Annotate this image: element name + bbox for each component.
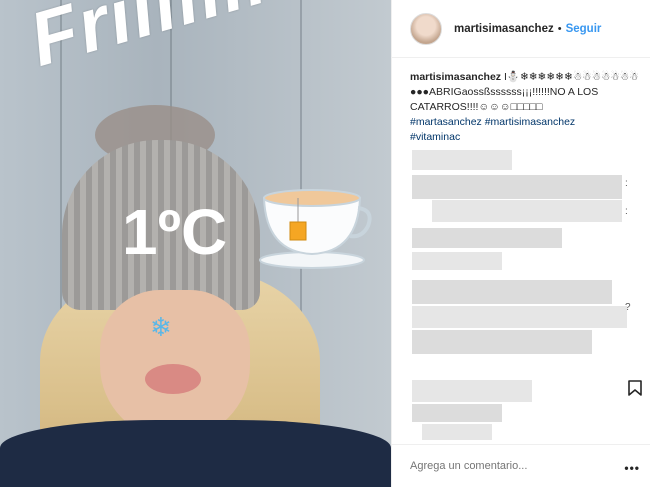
blurred-comment <box>412 404 502 422</box>
edge-glyph: ? <box>625 302 631 313</box>
blurred-comment <box>412 150 512 170</box>
tea-cup-icon <box>259 189 372 269</box>
caption-username[interactable]: martisimasanchez <box>410 71 501 83</box>
edge-glyph: : <box>625 206 628 217</box>
sweater <box>0 420 391 487</box>
handwritten-text: Friiiiiiio!! <box>21 0 376 83</box>
blurred-comment <box>432 200 622 222</box>
header-separator: • <box>557 22 562 35</box>
comment-input[interactable] <box>410 460 610 472</box>
edge-glyph: : <box>625 178 628 189</box>
caption: martisimasanchez I⛄❄❄❄❄❄❄☃☃☃☃☃☃☃●●●ABRIG… <box>410 70 642 145</box>
temperature-text: 1ºC <box>122 196 228 268</box>
more-options-button[interactable]: ••• <box>624 461 640 475</box>
header-username[interactable]: martisimasanchez <box>454 23 554 35</box>
lips <box>145 364 201 394</box>
blurred-comment <box>422 424 492 440</box>
blurred-comment <box>412 252 502 270</box>
blurred-comment <box>412 280 612 304</box>
comment-bar: ••• <box>392 444 650 487</box>
blurred-comment <box>412 380 532 402</box>
side-panel: martisimasanchez • Seguir martisimasanch… <box>392 0 650 487</box>
instagram-post: ❄ Friiiiiiio!! 1ºC martisimasanchez • Se… <box>0 0 650 487</box>
bookmark-icon[interactable] <box>628 380 642 396</box>
caption-hashtags[interactable]: #martasanchez #martisimasanchez <box>410 116 575 128</box>
caption-hashtag-vitaminac[interactable]: #vitaminac <box>410 131 460 143</box>
blurred-comment <box>412 228 562 248</box>
snowflake-icon: ❄ <box>150 312 172 342</box>
blurred-comment <box>412 175 622 199</box>
post-photo[interactable]: ❄ Friiiiiiio!! 1ºC <box>0 0 391 487</box>
blurred-comment <box>412 306 627 328</box>
blurred-comment <box>412 330 592 354</box>
post-header: martisimasanchez • Seguir <box>392 0 650 58</box>
follow-button[interactable]: Seguir <box>566 23 602 35</box>
avatar[interactable] <box>410 12 442 45</box>
